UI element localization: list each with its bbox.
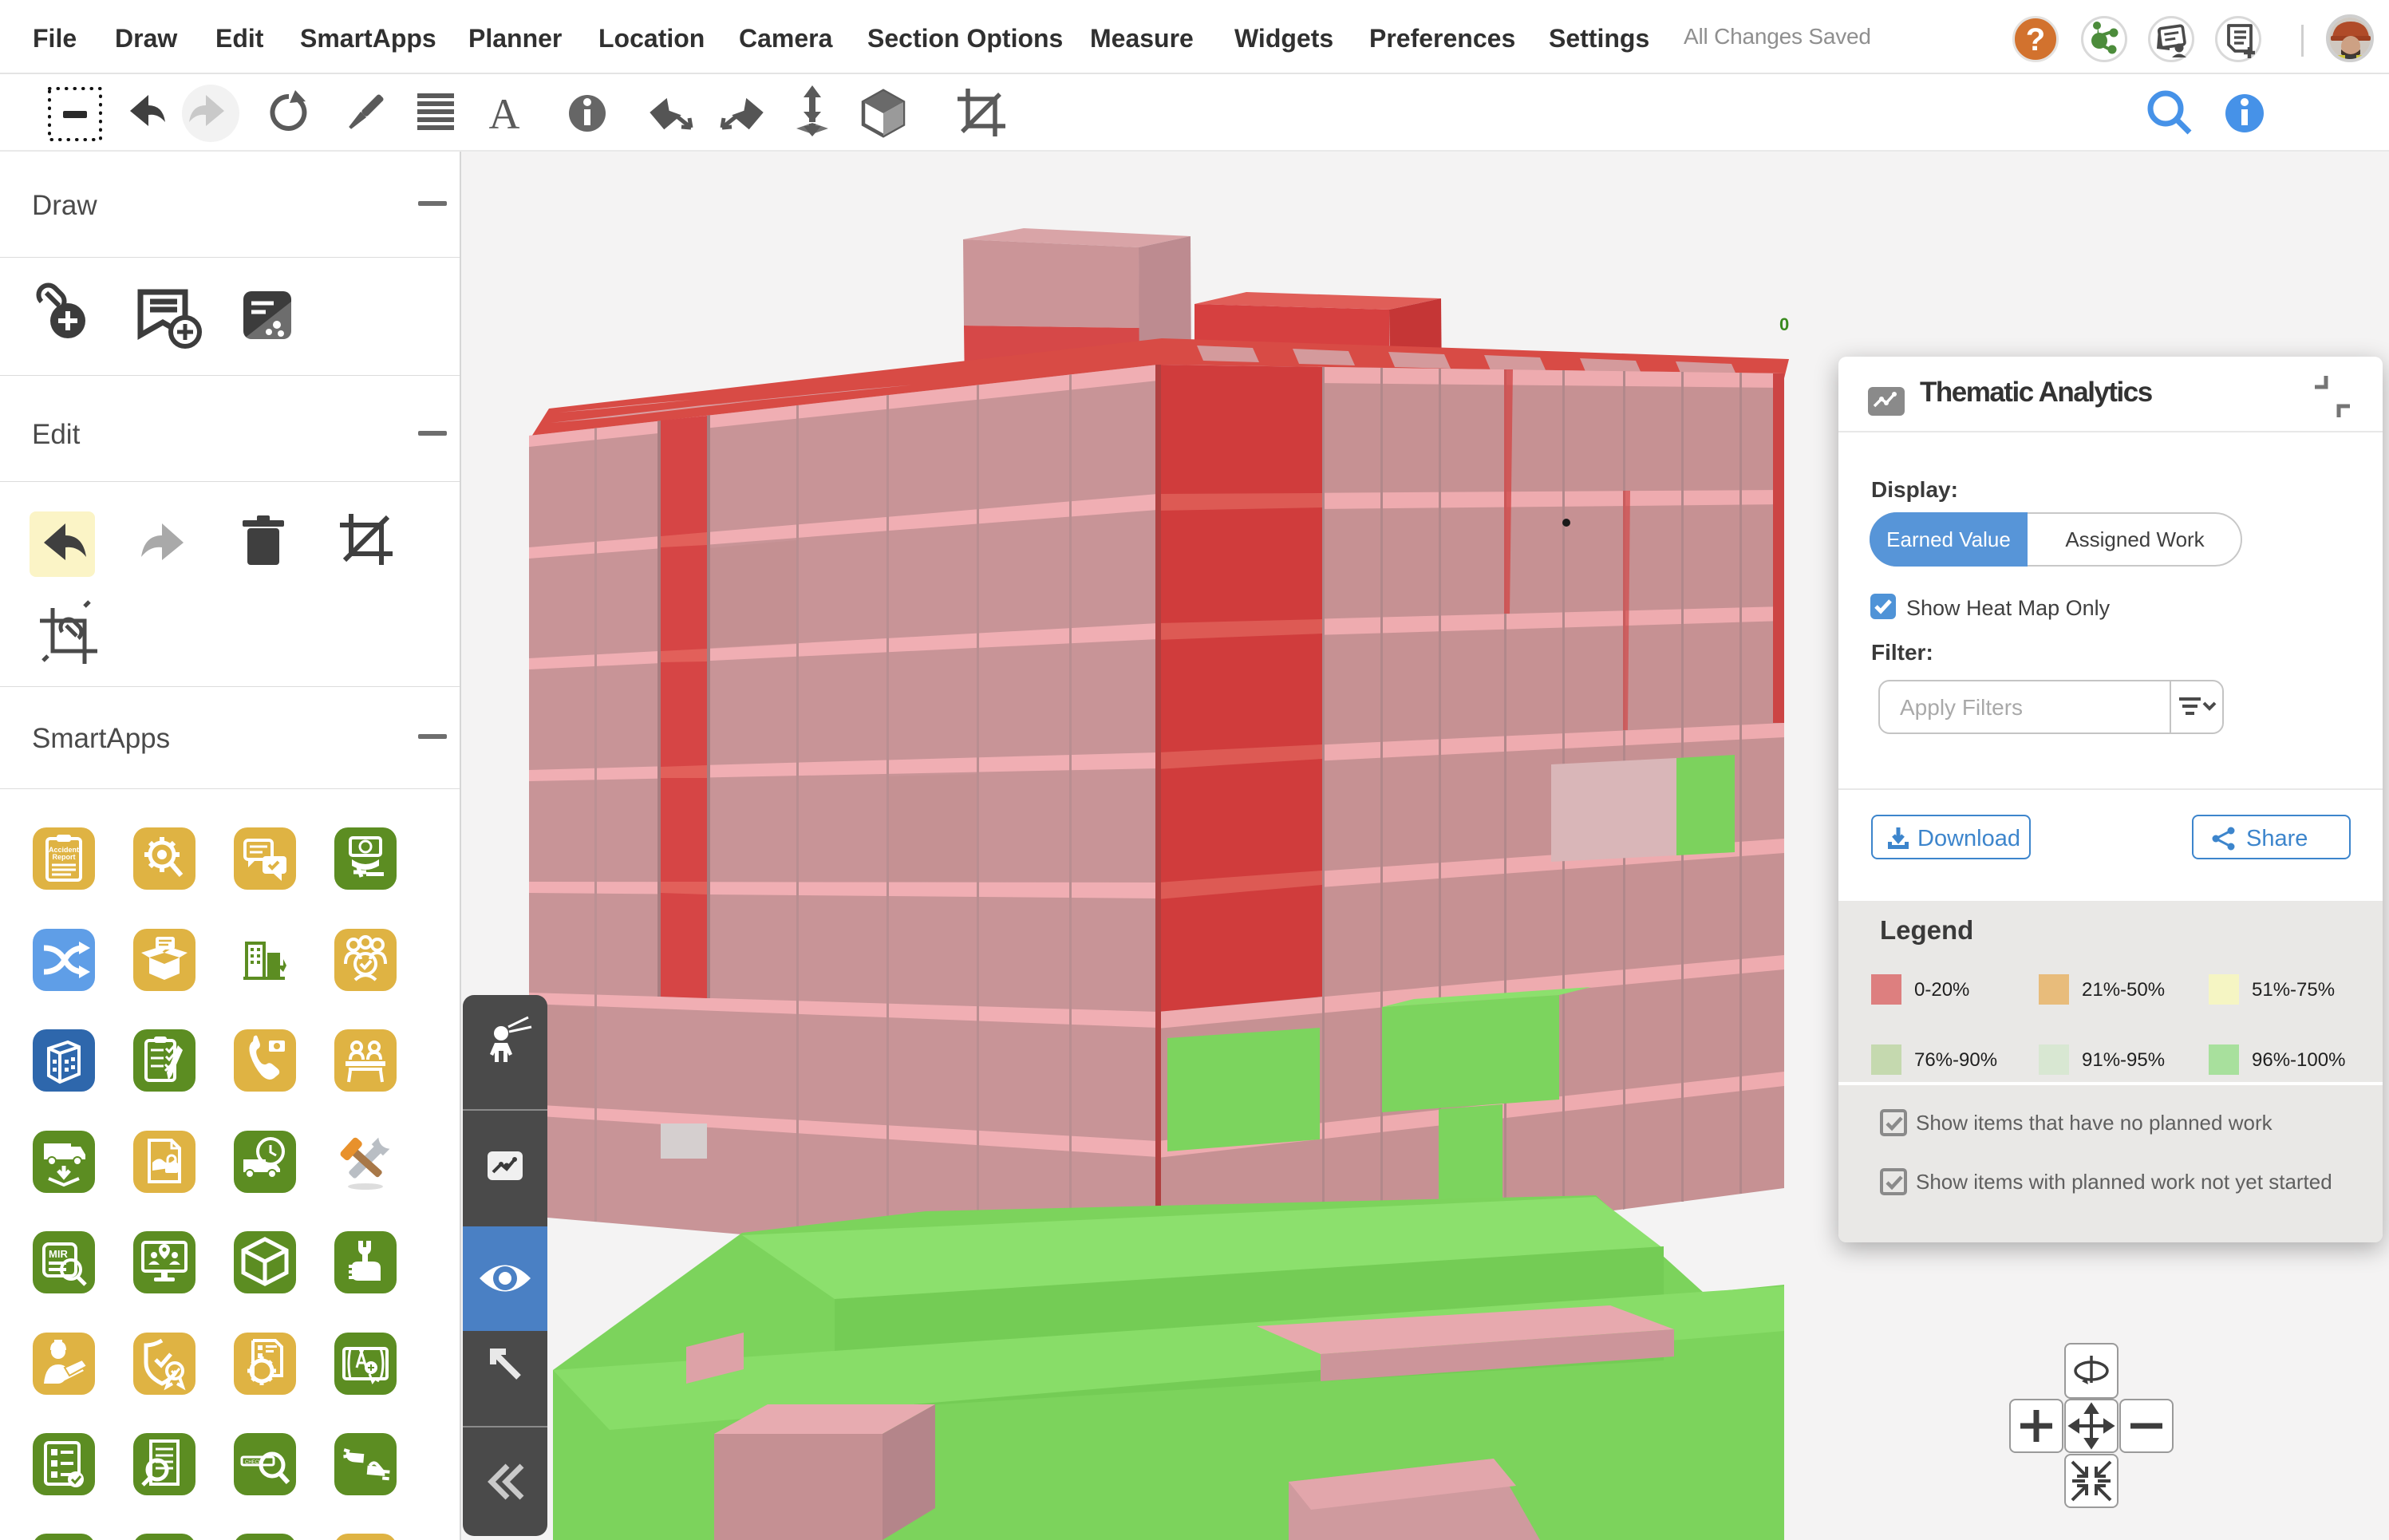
svg-text:MIR: MIR [49,1248,68,1260]
svg-text:Report: Report [53,853,76,861]
svg-text:0: 0 [1779,314,1789,334]
svg-text:A: A [489,90,520,138]
